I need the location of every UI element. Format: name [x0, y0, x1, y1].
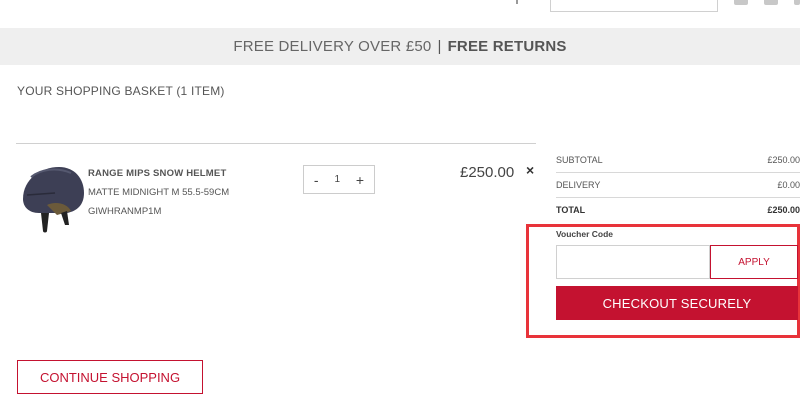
total-row: TOTAL £250.00 [556, 205, 800, 215]
basket-icon[interactable] [794, 0, 800, 5]
promo-delivery-text: FREE DELIVERY OVER £50 [233, 38, 432, 55]
item-price: £250.00 [460, 164, 515, 181]
product-variant: MATTE MIDNIGHT M 55.5-59CM [88, 187, 230, 198]
basket-divider [16, 143, 536, 144]
voucher-highlight-box [526, 224, 800, 338]
account-icon[interactable] [734, 0, 748, 5]
apply-voucher-button[interactable]: APPLY [710, 245, 798, 279]
voucher-label: Voucher Code [556, 229, 613, 239]
quantity-decrease-button[interactable]: - [310, 172, 323, 188]
product-name[interactable]: RANGE MIPS SNOW HELMET [88, 168, 226, 179]
delivery-label: DELIVERY [556, 180, 601, 190]
top-header [0, 0, 800, 28]
continue-shopping-button[interactable]: CONTINUE SHOPPING [17, 360, 203, 394]
product-sku: GIWHRANMP1M [88, 206, 162, 217]
summary-divider [556, 197, 800, 198]
header-divider [516, 0, 518, 4]
subtotal-row: SUBTOTAL £250.00 [556, 155, 800, 165]
promo-separator: | [437, 38, 442, 55]
helmet-image[interactable] [17, 165, 85, 235]
subtotal-label: SUBTOTAL [556, 155, 603, 165]
total-label: TOTAL [556, 205, 586, 215]
quantity-stepper: - 1 + [303, 165, 375, 194]
checkout-button[interactable]: CHECKOUT SECURELY [556, 286, 798, 320]
total-value: £250.00 [767, 205, 800, 215]
promo-banner: FREE DELIVERY OVER £50 | FREE RETURNS [0, 28, 800, 65]
delivery-value: £0.00 [777, 180, 800, 190]
summary-divider [556, 172, 800, 173]
close-icon[interactable]: × [526, 162, 534, 178]
subtotal-value: £250.00 [767, 155, 800, 165]
basket-title: YOUR SHOPPING BASKET (1 ITEM) [17, 84, 225, 98]
quantity-value[interactable]: 1 [334, 174, 340, 185]
delivery-row: DELIVERY £0.00 [556, 180, 800, 190]
search-input[interactable] [550, 0, 718, 12]
wishlist-icon[interactable] [764, 0, 778, 5]
voucher-code-input[interactable] [556, 245, 710, 279]
promo-returns-text: FREE RETURNS [447, 38, 567, 55]
quantity-increase-button[interactable]: + [352, 172, 368, 188]
